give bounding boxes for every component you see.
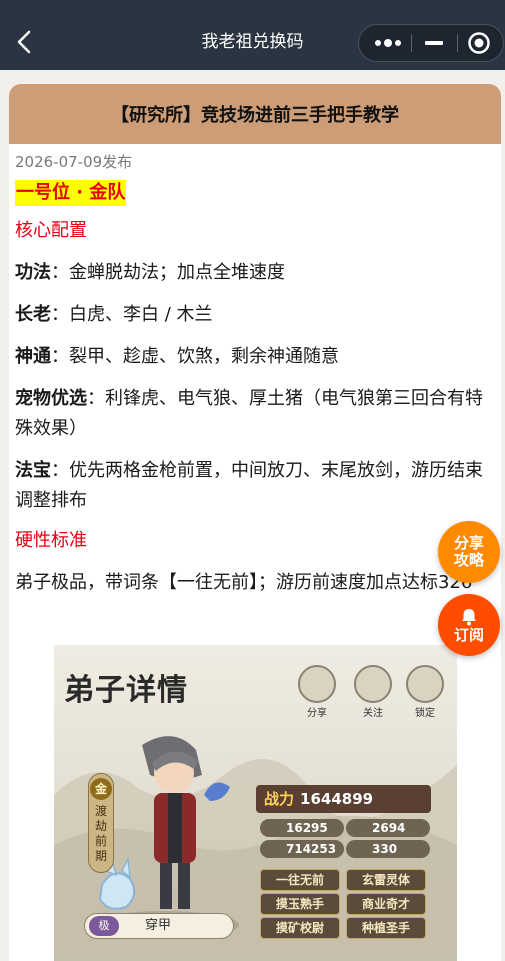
config-item-fabao: 法宝：优先两格金枪前置，中间放刀、末尾放剑，游历结束调整排布 — [15, 456, 495, 516]
article-body: 2026-07-09发布 一号位 · 金队 核心配置 功法：金蝉脱劫法；加点全堆… — [9, 144, 501, 598]
power-bar: 战力 1644899 — [256, 785, 431, 813]
trait-tag: 玄雷灵体 — [346, 869, 426, 891]
item-label: 功法 — [15, 262, 51, 283]
lock-icon-group: 锁定 — [404, 665, 446, 719]
icon-label: 关注 — [363, 708, 383, 719]
trait-tag: 商业奇才 — [346, 893, 426, 915]
subscribe-button[interactable]: 订阅 — [438, 594, 500, 656]
icon-label: 锁定 — [415, 708, 435, 719]
item-separator: ： — [51, 262, 69, 283]
icon-label: 分享 — [307, 708, 327, 719]
capsule-divider — [457, 34, 458, 52]
item-text: 金蝉脱劫法；加点全堆速度 — [69, 262, 285, 283]
subscribe-label: 订阅 — [453, 625, 484, 644]
equip-bar: 极 穿甲 — [84, 913, 234, 939]
stat-attack: 16295 — [260, 819, 344, 837]
equip-badge: 极 — [89, 916, 119, 936]
item-label: 神通 — [15, 346, 51, 367]
config-item-gongfa: 功法：金蝉脱劫法；加点全堆速度 — [15, 258, 495, 288]
share-guide-button[interactable]: 分享 攻略 — [438, 521, 500, 583]
config-item-shentong: 神通：裂甲、趁虚、饮煞，剩余神通随意 — [15, 342, 495, 372]
grade-text: 渡劫前期 — [94, 804, 107, 863]
stat-defense: 2694 — [346, 819, 430, 837]
article-title: 【研究所】竞技场进前三手把手教学 — [111, 105, 399, 126]
screenshot-title: 弟子详情 — [64, 673, 188, 708]
item-text: 白虎、李白 / 木兰 — [69, 304, 213, 325]
stat-hp: 714253 — [260, 840, 344, 858]
core-config-heading: 核心配置 — [15, 220, 87, 241]
trait-tag: 一往无前 — [260, 869, 340, 891]
equip-text: 穿甲 — [145, 918, 172, 933]
item-label: 长老 — [15, 304, 51, 325]
item-separator: ： — [51, 346, 69, 367]
minimize-icon[interactable] — [419, 34, 449, 52]
lock-icon — [406, 665, 444, 703]
share-icon-group: 分享 — [296, 665, 338, 719]
trait-tag: 种植圣手 — [346, 917, 426, 939]
hard-standard-heading: 硬性标准 — [15, 530, 87, 551]
grade-badge: 金 渡劫前期 — [88, 773, 114, 873]
stat-speed: 330 — [346, 840, 430, 858]
game-screenshot: 弟子详情 分享 关注 锁定 金 渡劫前期 战力 1644899 16295 269… — [54, 645, 457, 961]
item-separator: ： — [51, 460, 69, 481]
config-item-pet: 宠物优选：利锋虎、电气狼、厚土猪（电气狼第三回合有特殊效果） — [15, 384, 495, 444]
follow-icon-group: 关注 — [352, 665, 394, 719]
power-label: 战力 — [264, 790, 295, 808]
trait-tag: 摸玉熟手 — [260, 893, 340, 915]
share-label-1: 分享 — [453, 534, 484, 552]
hard-standard-text: 弟子极品，带词条【一往无前】；游历前速度加点达标326 — [15, 572, 473, 593]
item-label: 法宝 — [15, 460, 51, 481]
position-heading: 一号位 · 金队 — [15, 180, 127, 206]
heart-icon — [354, 665, 392, 703]
config-item-elder: 长老：白虎、李白 / 木兰 — [15, 300, 495, 330]
item-text: 裂甲、趁虚、饮煞，剩余神通随意 — [69, 346, 339, 367]
share-label-2: 攻略 — [453, 551, 484, 569]
top-navbar: 我老祖兑换码 — [0, 0, 505, 70]
article-header: 【研究所】竞技场进前三手把手教学 — [9, 84, 501, 144]
item-separator: ： — [51, 304, 69, 325]
close-target-icon[interactable] — [465, 30, 493, 56]
capsule-divider — [411, 34, 412, 52]
trait-tag: 摸矿校尉 — [260, 917, 340, 939]
more-icon[interactable] — [373, 34, 405, 52]
share-icon — [298, 665, 336, 703]
item-label: 宠物优选 — [15, 388, 87, 409]
item-separator: ： — [87, 388, 105, 409]
bell-icon — [462, 608, 476, 625]
power-value: 1644899 — [300, 790, 374, 808]
publish-date: 2026-07-09发布 — [15, 153, 133, 171]
grade-gold: 金 — [90, 778, 112, 800]
mini-program-capsule — [358, 24, 504, 62]
item-text: 优先两格金枪前置，中间放刀、末尾放剑，游历结束调整排布 — [15, 460, 483, 511]
